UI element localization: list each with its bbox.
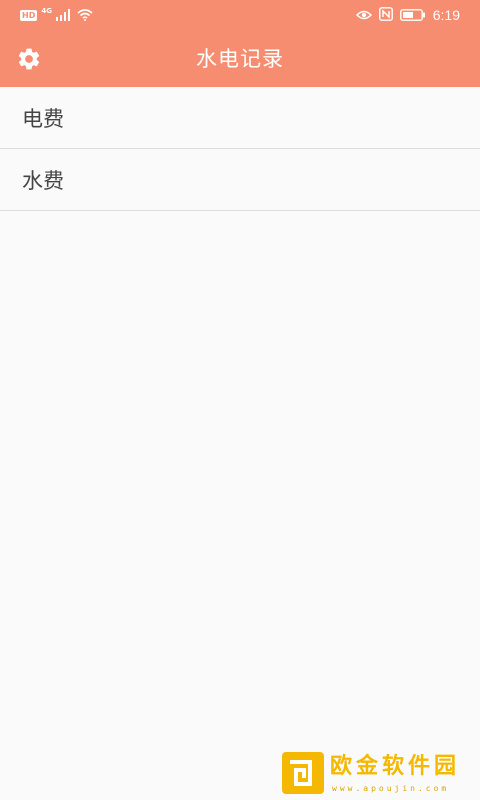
toolbar: 水电记录 (0, 30, 480, 87)
watermark-name: 欧金软件园 (330, 754, 461, 779)
status-left: HD 4G (20, 6, 93, 24)
eye-icon (355, 6, 372, 25)
signal-icon (55, 6, 70, 25)
list-item-electricity[interactable]: 电费 (0, 87, 480, 149)
battery-icon (399, 6, 426, 25)
app-header: HD 4G 6:19 水电记录 (0, 0, 480, 87)
page-title: 水电记录 (196, 47, 284, 71)
network-type-label: 4G (41, 7, 52, 15)
wifi-icon (77, 6, 93, 25)
watermark: 欧金软件园 www.apoujin.com (280, 748, 476, 798)
list-item-label: 水费 (22, 168, 64, 193)
list-item-label: 电费 (22, 106, 64, 131)
watermark-logo-icon (282, 752, 324, 794)
hd-badge: HD (20, 9, 38, 21)
list-item-water[interactable]: 水费 (0, 149, 480, 211)
status-right: 6:19 (355, 6, 460, 25)
record-list: 电费 水费 (0, 87, 480, 211)
nfc-icon (378, 6, 393, 25)
status-bar: HD 4G 6:19 (0, 0, 480, 30)
status-time: 6:19 (432, 7, 460, 23)
watermark-url: www.apoujin.com (332, 784, 450, 793)
